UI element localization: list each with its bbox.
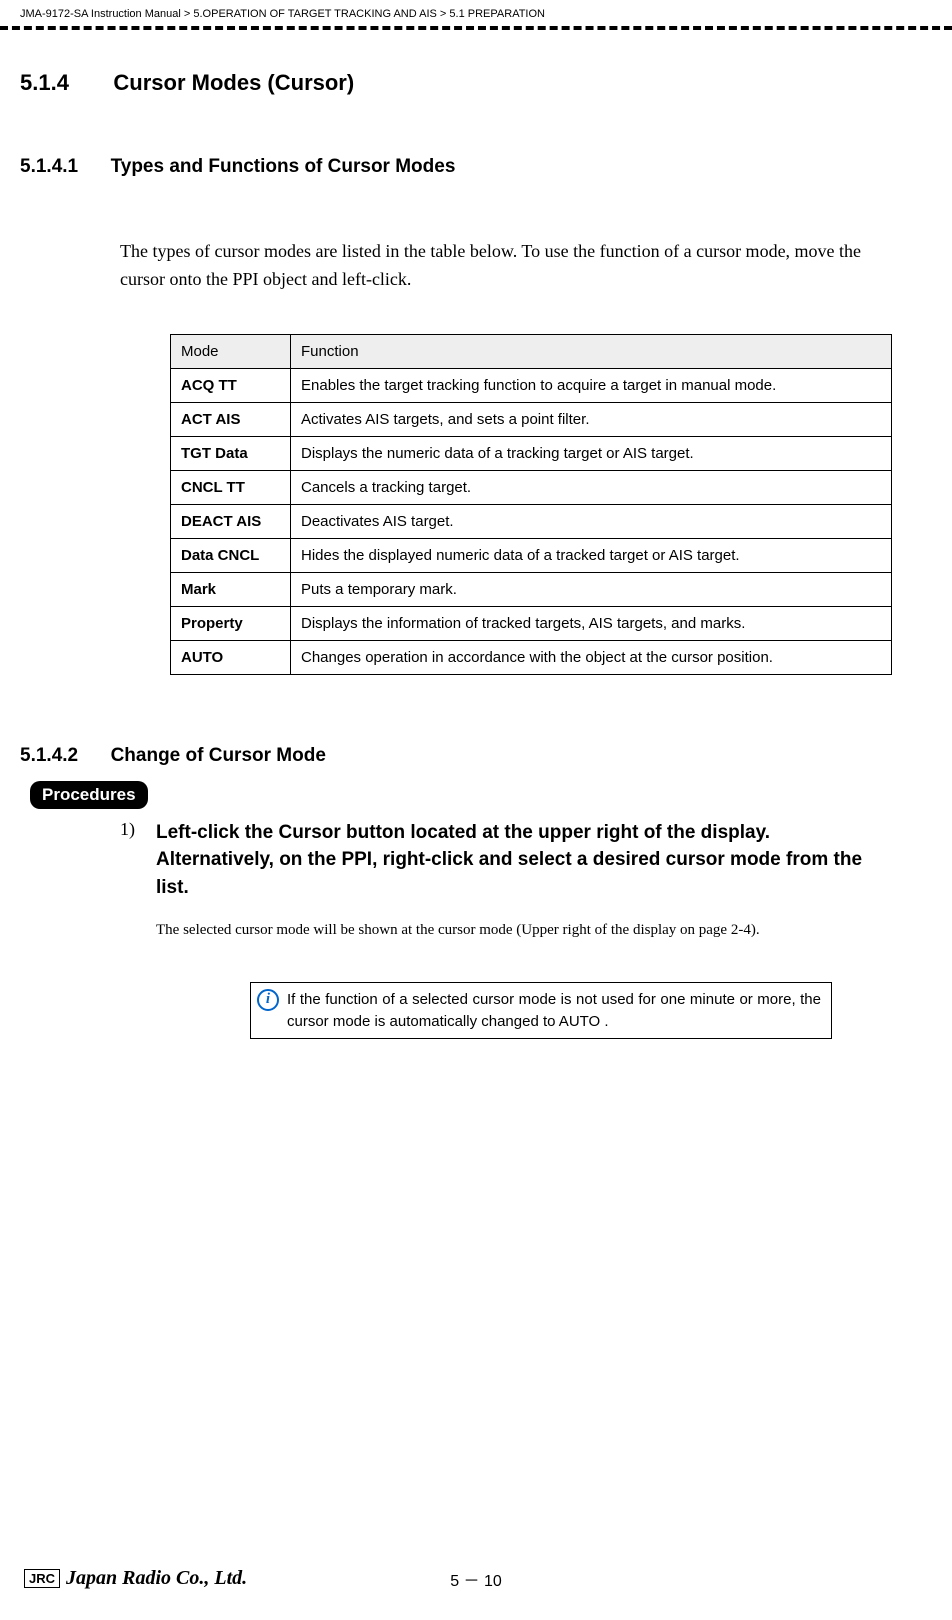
info-text: If the function of a selected cursor mod… [287,989,821,1033]
table-row: DEACT AISDeactivates AIS target. [171,504,892,538]
table-row: MarkPuts a temporary mark. [171,572,892,606]
table-row: Data CNCLHides the displayed numeric dat… [171,538,892,572]
th-mode: Mode [171,334,291,368]
company-name: Japan Radio Co., Ltd. [66,1567,247,1590]
cell-func: Cancels a tracking target. [291,470,892,504]
cell-func: Hides the displayed numeric data of a tr… [291,538,892,572]
info-icon: i [257,989,279,1011]
jrc-logo: JRC [24,1569,60,1588]
cell-mode: ACT AIS [171,402,291,436]
table-row: AUTOChanges operation in accordance with… [171,640,892,674]
cell-mode: DEACT AIS [171,504,291,538]
table-row: PropertyDisplays the information of trac… [171,606,892,640]
cell-mode: Property [171,606,291,640]
cursor-mode-table: Mode Function ACQ TTEnables the target t… [170,334,892,675]
step-note: The selected cursor mode will be shown a… [156,919,892,942]
cell-func: Puts a temporary mark. [291,572,892,606]
cell-func: Activates AIS targets, and sets a point … [291,402,892,436]
bc-sep2: > [440,8,446,20]
table-row: ACT AISActivates AIS targets, and sets a… [171,402,892,436]
cell-func: Displays the numeric data of a tracking … [291,436,892,470]
subsection1-number: 5.1.4.1 [20,156,78,178]
footer-logo: JRC Japan Radio Co., Ltd. [24,1567,247,1590]
cell-func: Displays the information of tracked targ… [291,606,892,640]
cell-mode: AUTO [171,640,291,674]
procedures-label: Procedures [30,781,148,809]
section-title: Cursor Modes (Cursor) [113,70,354,96]
divider-dashed [0,26,952,30]
table-row: TGT DataDisplays the numeric data of a t… [171,436,892,470]
cell-mode: ACQ TT [171,368,291,402]
cell-func: Changes operation in accordance with the… [291,640,892,674]
subsection1-body: The types of cursor modes are listed in … [120,238,892,294]
breadcrumb: JMA-9172-SA Instruction Manual > 5.OPERA… [0,0,952,24]
step-number: 1) [120,819,156,902]
th-function: Function [291,334,892,368]
cell-func: Deactivates AIS target. [291,504,892,538]
bc-chapter: 5.OPERATION OF TARGET TRACKING AND AIS [193,8,436,20]
bc-sep1: > [184,8,190,20]
subsection2-number: 5.1.4.2 [20,745,78,767]
section-number: 5.1.4 [20,70,69,96]
footer: JRC Japan Radio Co., Ltd. 5 － 10 [0,1567,952,1590]
table-row: CNCL TTCancels a tracking target. [171,470,892,504]
cell-mode: Mark [171,572,291,606]
subsection1-title: Types and Functions of Cursor Modes [111,156,456,178]
bc-section: 5.1 PREPARATION [449,8,545,20]
page-number: 5 － 10 [450,1567,502,1591]
cell-func: Enables the target tracking function to … [291,368,892,402]
procedure-step: 1) Left-click the Cursor button located … [120,819,892,902]
table-row: ACQ TTEnables the target tracking functi… [171,368,892,402]
cell-mode: Data CNCL [171,538,291,572]
bc-manual: JMA-9172-SA Instruction Manual [20,8,181,20]
step-text: Left-click the Cursor button located at … [156,819,892,902]
cell-mode: CNCL TT [171,470,291,504]
subsection2-title: Change of Cursor Mode [111,745,326,767]
info-box: i If the function of a selected cursor m… [250,982,832,1040]
cell-mode: TGT Data [171,436,291,470]
